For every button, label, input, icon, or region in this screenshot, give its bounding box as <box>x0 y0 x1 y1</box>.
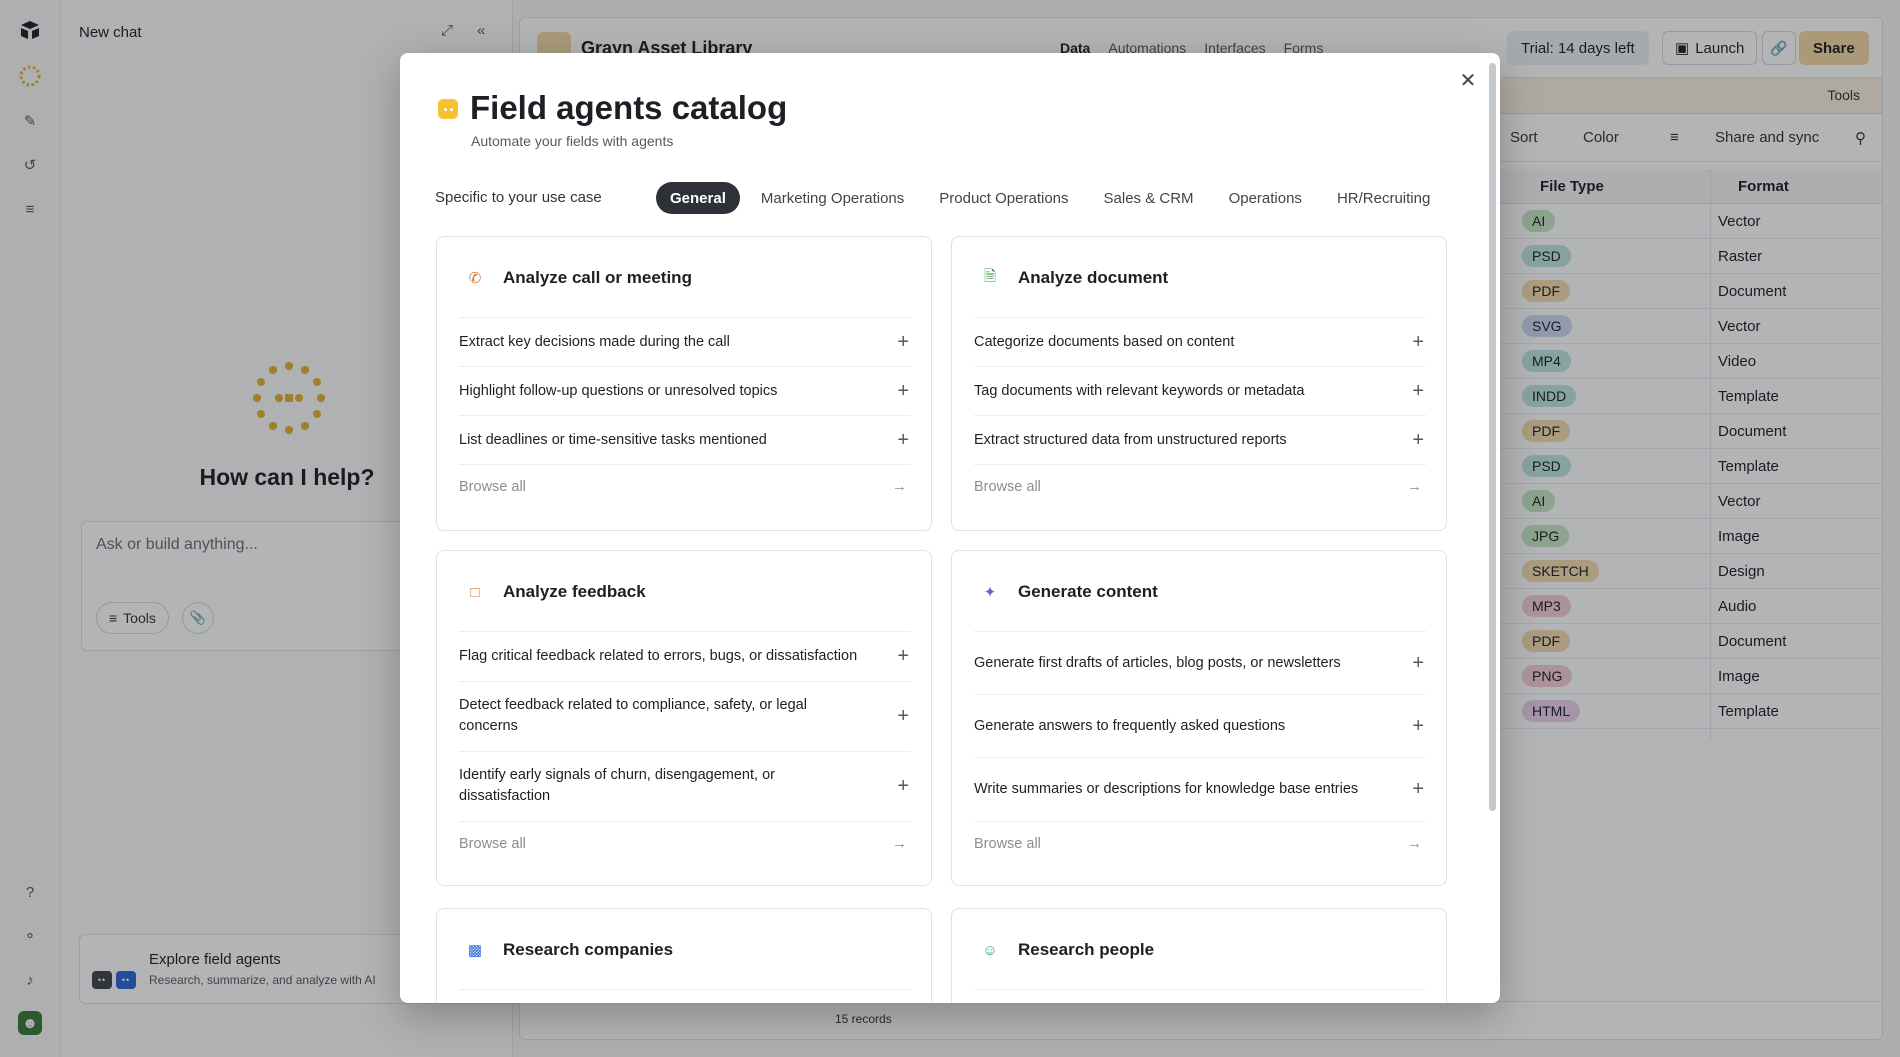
tab-marketing-operations[interactable]: Marketing Operations <box>747 182 918 214</box>
browse-all-label: Browse all <box>459 836 526 852</box>
agent-item[interactable]: Generate first drafts of articles, blog … <box>974 631 1426 694</box>
plus-icon[interactable]: + <box>897 776 909 796</box>
card-title: Analyze document <box>1018 268 1169 287</box>
agent-item[interactable]: List deadlines or time-sensitive tasks m… <box>459 415 911 464</box>
card-research-people: ☺ Research people <box>951 908 1447 1003</box>
card-title: Research people <box>1018 940 1155 959</box>
agent-item[interactable] <box>974 989 1426 1003</box>
card-title: Analyze feedback <box>503 582 646 601</box>
agent-item[interactable]: Generate answers to frequently asked que… <box>974 694 1426 757</box>
plus-icon[interactable]: + <box>897 646 909 666</box>
plus-icon[interactable]: + <box>1412 716 1424 736</box>
tab-product-operations[interactable]: Product Operations <box>925 182 1082 214</box>
agent-item-label: Detect feedback related to compliance, s… <box>459 697 807 734</box>
agent-item-label: Highlight follow-up questions or unresol… <box>459 383 778 399</box>
agent-item[interactable]: Categorize documents based on content + <box>974 317 1426 366</box>
close-icon[interactable]: ✕ <box>1455 67 1481 93</box>
arrow-right-icon: → <box>1407 835 1422 852</box>
agent-item-label: Generate first drafts of articles, blog … <box>974 655 1341 671</box>
agent-item-label: Extract structured data from unstructure… <box>974 432 1287 448</box>
agent-item-label: Extract key decisions made during the ca… <box>459 334 730 350</box>
tab-general[interactable]: General <box>656 182 740 214</box>
card-title: Analyze call or meeting <box>503 268 692 287</box>
field-agents-modal: ✕ Field agents catalog Automate your fie… <box>400 53 1500 1003</box>
browse-all-label: Browse all <box>974 479 1041 495</box>
plus-icon[interactable]: + <box>1412 381 1424 401</box>
agent-item[interactable]: Flag critical feedback related to errors… <box>459 631 911 681</box>
arrow-right-icon: → <box>892 835 907 852</box>
agent-logo-icon <box>438 99 458 119</box>
sparkle-icon: ✦ <box>983 584 997 601</box>
tab-hr-recruiting[interactable]: HR/Recruiting <box>1323 182 1444 214</box>
modal-scrollbar[interactable] <box>1486 53 1498 1003</box>
tab-sales-crm[interactable]: Sales & CRM <box>1090 182 1208 214</box>
tabs-label: Specific to your use case <box>435 189 602 206</box>
phone-icon: ✆ <box>468 270 482 287</box>
browse-all-link[interactable]: Browse all → <box>974 821 1426 861</box>
document-icon: 🗎 <box>983 267 997 285</box>
agent-item-label: Identify early signals of churn, disenga… <box>459 767 775 804</box>
agent-item[interactable] <box>459 989 911 1003</box>
scrollbar-thumb[interactable] <box>1489 63 1496 811</box>
browse-all-link[interactable]: Browse all → <box>459 464 911 504</box>
agent-item[interactable]: Identify early signals of churn, disenga… <box>459 751 911 821</box>
agent-item-label: Generate answers to frequently asked que… <box>974 718 1286 734</box>
card-generate-content: ✦ Generate content Generate first drafts… <box>951 550 1447 886</box>
agent-item-label: Flag critical feedback related to errors… <box>459 648 858 664</box>
plus-icon[interactable]: + <box>897 381 909 401</box>
plus-icon[interactable]: + <box>1412 653 1424 673</box>
browse-all-label: Browse all <box>459 479 526 495</box>
arrow-right-icon: → <box>892 478 907 495</box>
arrow-right-icon: → <box>1407 478 1422 495</box>
card-analyze-call: ✆ Analyze call or meeting Extract key de… <box>436 236 932 531</box>
agent-item[interactable]: Extract structured data from unstructure… <box>974 415 1426 464</box>
building-icon: ▩ <box>467 942 483 959</box>
agent-item[interactable]: Tag documents with relevant keywords or … <box>974 366 1426 415</box>
plus-icon[interactable]: + <box>897 332 909 352</box>
modal-title: Field agents catalog <box>470 89 788 126</box>
card-title: Research companies <box>503 940 674 959</box>
card-research-companies: ▩ Research companies <box>436 908 932 1003</box>
card-title: Generate content <box>1018 582 1158 601</box>
agent-item[interactable]: Write summaries or descriptions for know… <box>974 757 1426 821</box>
agent-item[interactable]: Highlight follow-up questions or unresol… <box>459 366 911 415</box>
plus-icon[interactable]: + <box>1412 332 1424 352</box>
browse-all-label: Browse all <box>974 836 1041 852</box>
agent-item-label: List deadlines or time-sensitive tasks m… <box>459 432 767 448</box>
plus-icon[interactable]: + <box>897 430 909 450</box>
card-analyze-document: 🗎 Analyze document Categorize documents … <box>951 236 1447 531</box>
agent-item-label: Categorize documents based on content <box>974 334 1235 350</box>
agent-item-label: Write summaries or descriptions for know… <box>974 781 1359 797</box>
tab-operations[interactable]: Operations <box>1215 182 1316 214</box>
modal-subtitle: Automate your fields with agents <box>471 133 674 149</box>
plus-icon[interactable]: + <box>897 706 909 726</box>
agent-item[interactable]: Extract key decisions made during the ca… <box>459 317 911 366</box>
agent-item[interactable]: Detect feedback related to compliance, s… <box>459 681 911 751</box>
browse-all-link[interactable]: Browse all → <box>974 464 1426 504</box>
people-icon: ☺ <box>982 941 998 959</box>
card-analyze-feedback: □ Analyze feedback Flag critical feedbac… <box>436 550 932 886</box>
plus-icon[interactable]: + <box>1412 779 1424 799</box>
plus-icon[interactable]: + <box>1412 430 1424 450</box>
agent-item-label: Tag documents with relevant keywords or … <box>974 383 1305 399</box>
chat-bubble-icon: □ <box>470 583 480 601</box>
browse-all-link[interactable]: Browse all → <box>459 821 911 861</box>
category-tabs: General Marketing Operations Product Ope… <box>656 182 1451 214</box>
